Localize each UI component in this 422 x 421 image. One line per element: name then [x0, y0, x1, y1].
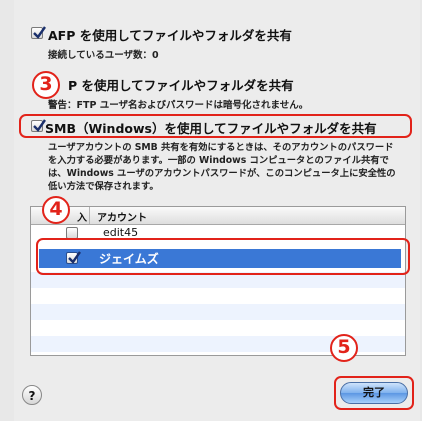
ftp-warning-text: 警告：FTP ユーザ名およびパスワードは暗号化されません。 — [48, 100, 309, 111]
ftp-label: P を使用してファイルやフォルダを共有 — [68, 78, 294, 93]
empty-row — [31, 304, 405, 320]
smb-checkbox[interactable] — [31, 119, 46, 132]
afp-checkbox[interactable] — [31, 26, 46, 39]
done-button[interactable]: 完了 — [340, 382, 408, 404]
step-5-badge: 5 — [330, 334, 358, 362]
step-3-badge: 3 — [32, 71, 60, 99]
selected-row-highlight-box — [36, 238, 410, 275]
help-button[interactable]: ? — [22, 385, 42, 405]
column-header-account[interactable]: アカウント — [97, 209, 147, 224]
smb-label: SMB（Windows）を使用してファイルやフォルダを共有 — [45, 121, 377, 136]
afp-label: AFP を使用してファイルやフォルダを共有 — [48, 28, 292, 43]
column-header-on[interactable]: 入 — [77, 209, 87, 224]
checkmark-icon — [33, 26, 46, 39]
step-4-badge: 4 — [42, 196, 70, 224]
smb-description: ユーザアカウントの SMB 共有を有効にするときは、そのアカウントのパスワードを… — [48, 142, 396, 191]
accounts-table[interactable]: 入 アカウント edit45 ジェイムズ — [30, 206, 406, 356]
connected-users-text: 接続しているユーザ数：0 — [48, 50, 159, 61]
column-divider — [89, 207, 90, 224]
empty-row — [31, 288, 405, 304]
table-header: 入 アカウント — [31, 207, 405, 225]
empty-row — [31, 320, 405, 336]
